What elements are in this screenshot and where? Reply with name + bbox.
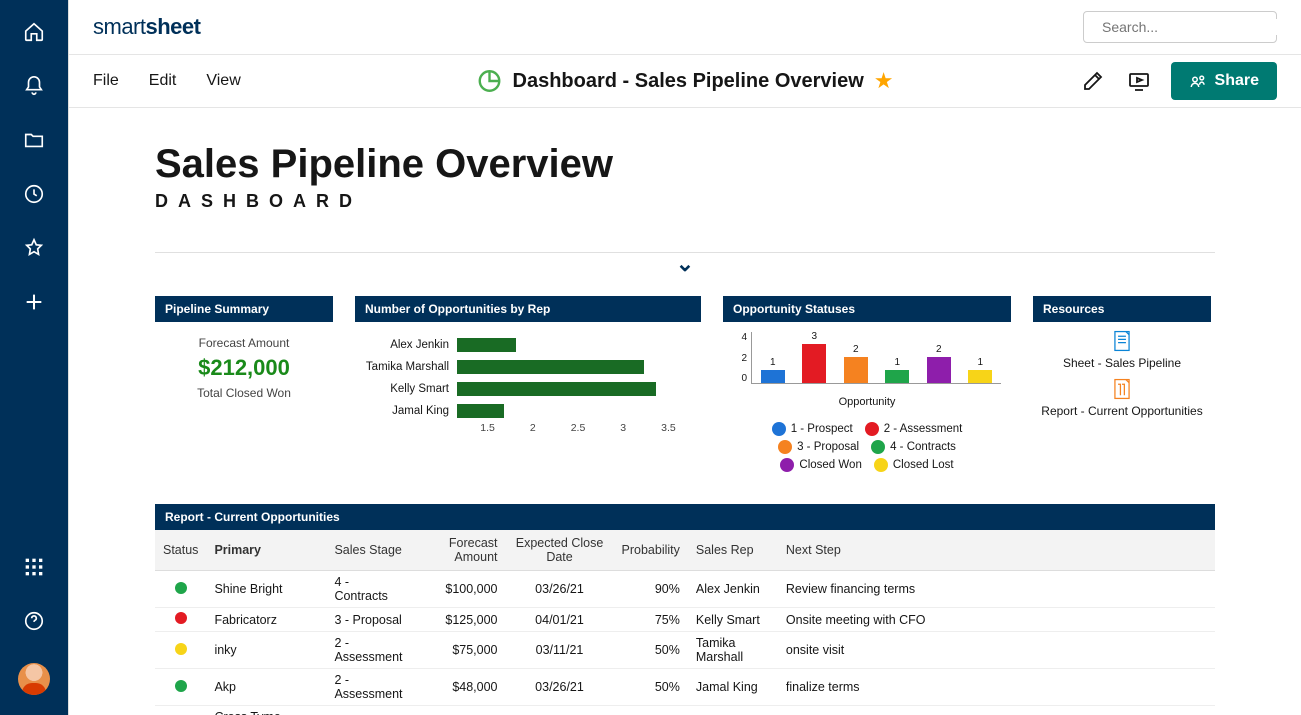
widget-opps-by-rep[interactable]: Number of Opportunities by Rep Alex Jenk… [355, 296, 701, 478]
table-row[interactable]: inky2 - Assessment$75,000 03/11/2150%Tam… [155, 632, 1215, 669]
doc-title[interactable]: Dashboard - Sales Pipeline Overview [513, 70, 864, 93]
forecast-sub: Total Closed Won [155, 386, 333, 400]
apps-icon[interactable] [22, 555, 46, 579]
home-icon[interactable] [22, 20, 46, 44]
page-subtitle: DASHBOARD [155, 191, 1215, 212]
widget-resources[interactable]: Resources Sheet - Sales Pipeline Report … [1033, 296, 1211, 478]
resource-report-link[interactable]: Report - Current Opportunities [1033, 378, 1211, 418]
help-icon[interactable] [22, 609, 46, 633]
folder-icon[interactable] [22, 128, 46, 152]
plus-icon[interactable] [22, 290, 46, 314]
resource-sheet-link[interactable]: Sheet - Sales Pipeline [1033, 330, 1211, 370]
bell-icon[interactable] [22, 74, 46, 98]
table-row[interactable]: Fabricatorz3 - Proposal$125,000 04/01/21… [155, 608, 1215, 632]
star-icon[interactable] [22, 236, 46, 260]
forecast-label: Forecast Amount [155, 336, 333, 350]
divider: ⌄ [155, 252, 1215, 272]
status-dot [175, 612, 187, 624]
present-icon[interactable] [1125, 67, 1153, 95]
toolbar: File Edit View Dashboard - Sales Pipelin… [69, 54, 1301, 108]
status-dot [175, 680, 187, 692]
left-nav-rail [0, 0, 68, 715]
bar-label: Tamika Marshall [365, 361, 457, 373]
share-button[interactable]: Share [1171, 62, 1277, 100]
avatar[interactable] [18, 663, 50, 695]
widget-opp-statuses[interactable]: Opportunity Statuses 420 132121 Opportun… [723, 296, 1011, 478]
legend: 1 - Prospect2 - Assessment3 - Proposal4 … [733, 422, 1001, 472]
widget-pipeline-summary[interactable]: Pipeline Summary Forecast Amount $212,00… [155, 296, 333, 478]
bar-chart: Alex Jenkin Tamika Marshall Kelly Smart Jam… [355, 322, 701, 440]
edit-icon[interactable] [1079, 67, 1107, 95]
search-input[interactable] [1083, 11, 1277, 43]
report-icon [1112, 378, 1132, 400]
bar-label: Kelly Smart [365, 383, 457, 395]
recent-icon[interactable] [22, 182, 46, 206]
forecast-amount: $212,000 [155, 355, 333, 381]
chevron-down-icon[interactable]: ⌄ [676, 251, 694, 277]
menu-edit[interactable]: Edit [149, 72, 177, 90]
table-row[interactable]: Cross Tyme Moving3 - Proposal$90,000 02/… [155, 706, 1215, 715]
column-chart: 132121 [751, 332, 1001, 384]
table-row[interactable]: Shine Bright4 - Contracts$100,000 03/26/… [155, 571, 1215, 608]
status-dot [175, 582, 187, 594]
page-title: Sales Pipeline Overview [155, 142, 1215, 187]
status-dot [175, 643, 187, 655]
menu-file[interactable]: File [93, 72, 119, 90]
topbar: smartsheet [69, 0, 1301, 54]
sheet-icon [1112, 330, 1132, 352]
bar-label: Alex Jenkin [365, 339, 457, 351]
bar-label: Jamal King [365, 405, 457, 417]
table-row[interactable]: Akp2 - Assessment$48,000 03/26/2150%Jama… [155, 669, 1215, 706]
logo[interactable]: smartsheet [93, 14, 200, 40]
widget-report-table[interactable]: Report - Current Opportunities Status Pr… [155, 504, 1215, 715]
search-field[interactable] [1102, 19, 1283, 35]
opportunities-table: Status Primary Sales Stage Forecast Amou… [155, 530, 1215, 715]
menu-view[interactable]: View [206, 72, 240, 90]
dashboard-content: Sales Pipeline Overview DASHBOARD ⌄ Pipe… [69, 108, 1301, 715]
favorite-star-icon[interactable]: ★ [874, 68, 894, 94]
dashboard-type-icon [477, 68, 503, 94]
